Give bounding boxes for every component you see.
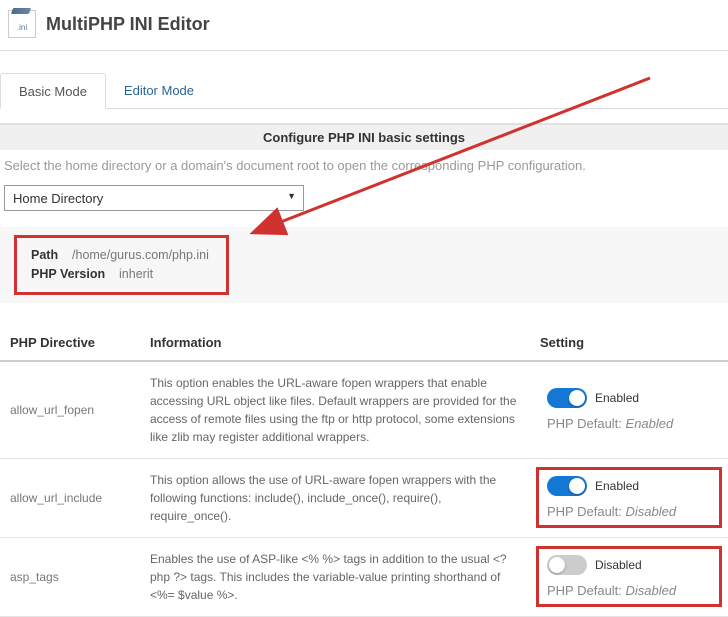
col-information: Information [140,327,530,361]
location-select[interactable]: Home Directory [4,185,304,211]
section-title: Configure PHP INI basic settings [0,123,728,150]
php-default-value: Disabled [626,583,677,598]
toggle-switch[interactable] [547,476,587,496]
col-directive: PHP Directive [0,327,140,361]
col-setting: Setting [530,327,728,361]
toggle-knob [569,390,585,406]
table-row: asp_tagsEnables the use of ASP-like <% %… [0,537,728,616]
icon-label: .ini [17,23,27,32]
php-default-line: PHP Default: Disabled [547,504,709,519]
path-label: Path [31,248,58,262]
php-default-line: PHP Default: Disabled [547,583,709,598]
instruction-text: Select the home directory or a domain's … [0,150,728,185]
directive-setting: DisabledPHP Default: Disabled [530,537,728,616]
ini-file-icon: .ini [8,10,36,38]
toggle-label: Disabled [595,558,642,572]
directive-info: Enables the use of ASP-like <% %> tags i… [140,537,530,616]
directives-table: PHP Directive Information Setting allow_… [0,327,728,617]
page-header: .ini MultiPHP INI Editor [0,0,728,51]
setting-highlight-box: DisabledPHP Default: Disabled [536,546,722,607]
toggle-label: Enabled [595,479,639,493]
setting-highlight-box: Enabled PHP Default: Disabled [536,467,722,528]
php-default-prefix: PHP Default: [547,583,626,598]
php-default-value: Enabled [626,416,674,431]
directive-setting: Enabled PHP Default: Disabled [530,458,728,537]
toggle-switch[interactable] [547,388,587,408]
directive-info: This option allows the use of URL-aware … [140,458,530,537]
directive-name: allow_url_include [0,458,140,537]
toggle-knob [569,478,585,494]
directive-name: asp_tags [0,537,140,616]
php-default-prefix: PHP Default: [547,416,626,431]
toggle-label: Enabled [595,391,639,405]
toggle-switch[interactable] [547,555,587,575]
setting-highlight-box: EnabledPHP Default: Enabled [536,379,722,440]
php-default-prefix: PHP Default: [547,504,626,519]
tab-editor-mode[interactable]: Editor Mode [106,73,212,108]
directive-setting: EnabledPHP Default: Enabled [530,361,728,459]
table-row: allow_url_includeThis option allows the … [0,458,728,537]
tab-basic-mode[interactable]: Basic Mode [0,73,106,109]
table-row: allow_url_fopenThis option enables the U… [0,361,728,459]
php-version-label: PHP Version [31,267,105,281]
directive-info: This option enables the URL-aware fopen … [140,361,530,459]
path-info-box: Path /home/gurus.com/php.ini PHP Version… [14,235,229,295]
php-version-value: inherit [119,267,153,281]
php-default-value: Disabled [626,504,677,519]
mode-tabs: Basic Mode Editor Mode [0,73,728,109]
toggle-knob [549,557,565,573]
php-default-line: PHP Default: Enabled [547,416,709,431]
path-value: /home/gurus.com/php.ini [72,248,209,262]
page-title: MultiPHP INI Editor [46,14,210,35]
directive-name: allow_url_fopen [0,361,140,459]
